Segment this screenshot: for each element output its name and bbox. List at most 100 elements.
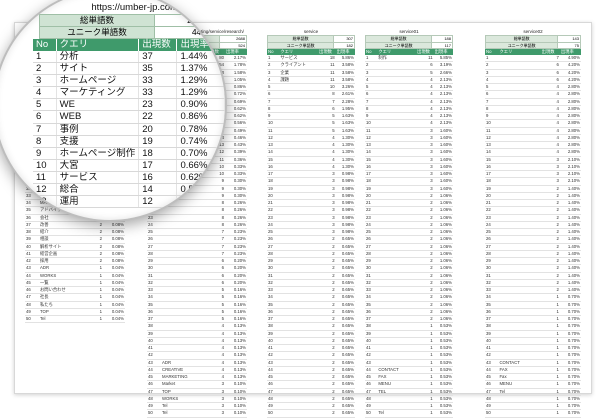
table-cell: 24 xyxy=(485,221,499,230)
table-cell xyxy=(498,192,541,201)
table-cell: 2 xyxy=(318,272,336,280)
table-cell: 1 xyxy=(540,322,560,331)
table-cell: 11 xyxy=(416,55,434,63)
table-cell: 0.98% xyxy=(335,185,355,193)
table-cell xyxy=(279,243,319,251)
table-cell xyxy=(279,322,319,331)
table-row: 46 Market 3 0.10% xyxy=(147,380,247,389)
table-row: 10 4 2.80% xyxy=(485,119,581,128)
table-row: 36 1 0.70% xyxy=(485,308,581,317)
table-cell: CONTACT xyxy=(498,359,541,367)
table-cell: 30 xyxy=(485,264,499,273)
table-cell: 0.20% xyxy=(225,257,247,266)
table-cell: 0.53% xyxy=(433,395,453,404)
table-cell: 44 xyxy=(25,272,39,280)
table-row: 17 3 0.98% xyxy=(267,170,355,179)
table-cell: 2 xyxy=(318,243,336,251)
table-cell: マーケティング xyxy=(56,86,140,100)
table-cell: 1.29% xyxy=(176,86,225,100)
table-row: 20 2 1.06% xyxy=(365,192,453,201)
table-cell xyxy=(279,286,319,295)
table-cell: お問い合わせ xyxy=(39,286,83,295)
table-row: 42 4 0.13% xyxy=(147,351,247,360)
table-cell: 3 xyxy=(416,156,434,164)
table-cell: 0.98% xyxy=(335,177,355,186)
table-cell: 1.06% xyxy=(433,301,453,309)
table-cell: 0.70% xyxy=(559,322,581,331)
table-cell xyxy=(377,235,417,244)
table-row: 47 Tel 1 0.70% xyxy=(485,388,581,396)
table-row: 28 2 0.65% xyxy=(267,250,355,259)
table-cell xyxy=(498,55,541,63)
table-cell xyxy=(377,185,417,193)
table-row: 49 Tel 3 0.10% xyxy=(147,402,247,411)
block-unique-value: 75 xyxy=(557,41,581,49)
table-cell xyxy=(377,221,417,230)
table-cell: 1 xyxy=(540,344,560,353)
table-cell: 1 xyxy=(540,293,560,302)
table-cell: 28 xyxy=(485,250,499,259)
table-row: 6 WEB 22 0.86% xyxy=(33,110,225,124)
table-cell: 0.30% xyxy=(225,192,247,201)
table-cell xyxy=(161,286,205,295)
table-cell: 0.10% xyxy=(225,409,247,418)
table-cell: 一覧 xyxy=(39,279,83,288)
table-cell: 35 xyxy=(485,301,499,309)
table-row: 39 2 0.65% xyxy=(267,330,355,338)
table-cell: ホームページ xyxy=(56,74,140,88)
table-cell: 1.06% xyxy=(433,192,453,201)
table-row: 2 6 3.19% xyxy=(365,61,453,70)
table-cell: 45 xyxy=(485,373,499,382)
table-row: 47 TEL 1 0.53% xyxy=(365,388,453,396)
table-cell: 4.20% xyxy=(559,61,581,70)
table-row: 44 CONTACT 1 0.53% xyxy=(365,366,453,375)
table-cell: 6 xyxy=(318,105,336,114)
table-cell: 0.53% xyxy=(433,337,453,346)
block-query-table: No クエリ 出現数 出現率 1 制作 11 5.85% 2 6 3.19% 3 5 2.66% 4 4 2.1… xyxy=(365,49,453,418)
table-cell: 2 xyxy=(318,380,336,389)
table-cell: 7 xyxy=(205,235,225,244)
table-cell: 0.70% xyxy=(176,147,225,160)
table-cell: 34 xyxy=(267,293,280,302)
zoom-col-header: クエリ xyxy=(56,39,140,51)
table-cell: 0.13% xyxy=(225,337,247,346)
table-cell: 6 xyxy=(205,257,225,266)
table-cell xyxy=(498,315,541,324)
table-cell: 47 xyxy=(147,388,161,396)
table-cell: 1.78% xyxy=(225,61,247,70)
table-cell xyxy=(377,214,417,222)
table-cell: 30 xyxy=(147,264,161,273)
table-cell: 0.70% xyxy=(559,337,581,346)
table-cell: 2 xyxy=(318,330,336,338)
table-cell: 0.65% xyxy=(335,409,355,418)
table-cell: 0.10% xyxy=(225,380,247,389)
table-cell: 1.06% xyxy=(433,264,453,273)
table-cell: 6 xyxy=(540,61,560,70)
table-cell: 42 xyxy=(365,351,378,360)
table-row: 5 4 2.80% xyxy=(485,83,581,92)
table-cell: 50 xyxy=(267,409,280,418)
table-cell: 5 xyxy=(318,127,336,135)
table-cell: 5 xyxy=(416,69,434,77)
table-row: 28 2 1.40% xyxy=(485,250,581,259)
table-cell: 12 xyxy=(33,183,57,197)
table-cell: 2 xyxy=(416,257,434,266)
table-cell: 2.13% xyxy=(433,90,453,99)
table-cell: 0.65% xyxy=(335,286,355,295)
table-cell: 2 xyxy=(416,228,434,237)
table-cell: 1 xyxy=(416,322,434,331)
table-cell: 37 xyxy=(147,315,161,324)
table-cell: 0.65% xyxy=(335,264,355,273)
table-cell: 4 xyxy=(416,90,434,99)
table-row: 50 Tel 1 0.53% xyxy=(365,409,453,418)
table-cell: 1 xyxy=(267,55,280,63)
table-cell: 4 xyxy=(540,98,560,106)
table-row: 25 2 1.40% xyxy=(485,228,581,237)
table-row: 18 3 0.98% xyxy=(267,177,355,186)
table-row: 34 5 0.16% xyxy=(147,293,247,302)
table-row: 42 1 0.70% xyxy=(485,351,581,360)
table-cell: 7 xyxy=(205,228,225,237)
table-cell: 0.65% xyxy=(335,388,355,396)
table-cell: サービス xyxy=(279,55,319,63)
table-cell: 0.47% xyxy=(176,195,225,209)
